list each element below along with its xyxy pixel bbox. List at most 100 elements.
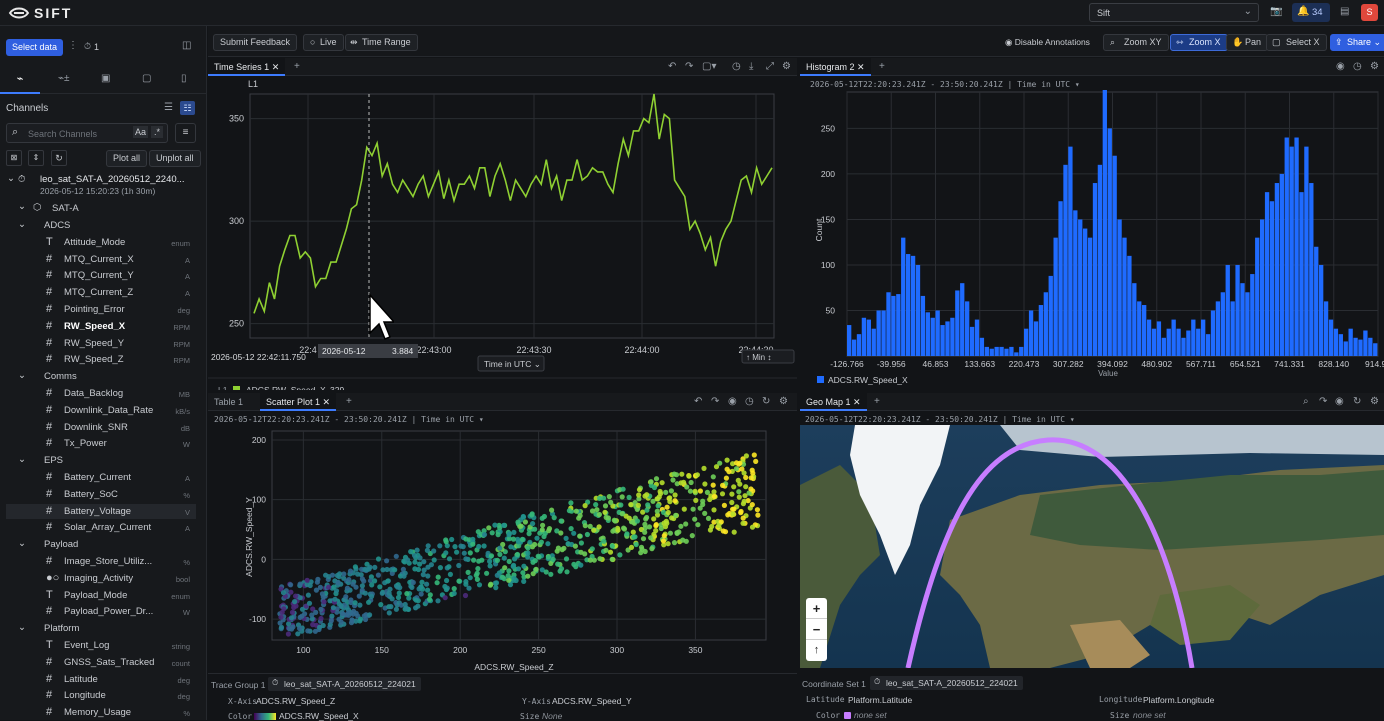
latitude-value[interactable]: Platform.Latitude [848,695,912,705]
channel-item[interactable]: MTQ_Current_Z [64,287,133,298]
tab-geo-map-1[interactable]: Geo Map 1 ✕ [800,393,867,411]
clock-icon[interactable]: ◷ [745,396,754,407]
close-icon[interactable]: ✕ [323,397,331,407]
north-button[interactable]: ↑ [806,640,827,661]
channel-group-platform[interactable]: Platform [44,623,79,634]
tab-scatter-plot-1[interactable]: Scatter Plot 1 ✕ [260,393,337,411]
settings-icon[interactable]: ⚙ [1370,61,1379,72]
disable-annotations-button[interactable]: ◉ Disable Annotations [1005,37,1090,48]
download-icon[interactable]: ⤓ [749,61,753,72]
channel-item[interactable]: Downlink_Data_Rate [64,405,153,416]
expand-icon[interactable]: ⤢ [766,61,774,72]
collapse-sidebar-icon[interactable]: ◫ [182,40,191,51]
settings-icon[interactable]: ⚙ [782,61,791,72]
refresh-button[interactable]: ↻ [51,150,67,166]
tree-view-icon[interactable]: ☷ [180,101,195,115]
search-icon[interactable]: ⌕ [1303,396,1309,407]
add-tab-icon[interactable]: + [879,61,885,72]
zoom-xy-button[interactable]: ⌕ Zoom XY [1103,34,1169,51]
tab-annotations-icon[interactable]: ▢ [142,73,151,84]
channel-item[interactable]: Attitude_Mode [64,237,125,248]
workspace-select[interactable]: Sift ⌄ [1089,3,1259,22]
redo-icon[interactable]: ↷ [685,61,693,72]
close-icon[interactable]: ✕ [857,62,865,72]
tab-time-series-1[interactable]: Time Series 1 ✕ [208,58,286,76]
group-chevron-icon[interactable]: ⌄ [18,538,26,549]
channel-item[interactable]: Memory_Usage [64,707,131,718]
tab-table-1[interactable]: Table 1 [208,393,249,411]
search-input[interactable]: ⌕ Search Channels Aa .* [6,123,168,143]
clock-icon[interactable]: ◷ [732,61,741,72]
tab-reports-icon[interactable]: ▯ [181,73,187,84]
group-chevron-icon[interactable]: ⌄ [18,622,26,633]
tab-derived-icon[interactable]: ⌁± [58,73,70,84]
select-data-button[interactable]: Select data [6,39,64,56]
geo-map[interactable] [800,425,1384,668]
channel-group-comms[interactable]: Comms [44,371,77,382]
longitude-value[interactable]: Platform.Longitude [1143,695,1214,705]
asset-name[interactable]: SAT-A [52,203,79,214]
x-axis-value[interactable]: ADCS.RW_Speed_Z [256,696,335,706]
settings-icon[interactable]: ⚙ [1370,396,1379,407]
notifications-button[interactable]: 🔔 34 [1292,3,1330,22]
list-view-icon[interactable]: ☰ [164,102,173,113]
tab-assets-icon[interactable]: ▣ [101,73,110,84]
zoom-out-button[interactable]: − [806,619,827,640]
channel-item[interactable]: Image_Store_Utiliz... [64,556,152,567]
run-chevron-icon[interactable]: ⌄ [7,173,15,184]
pin-icon[interactable]: ⏱ [84,41,91,52]
channel-item[interactable]: Payload_Power_Dr... [64,606,153,617]
filter-button[interactable]: ≡ [175,123,196,143]
close-icon[interactable]: ✕ [853,397,861,407]
zoom-in-button[interactable]: + [806,598,827,619]
case-sensitive-toggle[interactable]: Aa [133,126,149,138]
channel-item[interactable]: Event_Log [64,640,109,651]
channel-item[interactable]: Data_Backlog [64,388,123,399]
trace-run-chip[interactable]: ⏱ leo_sat_SAT-A_20260512_224021 [268,677,421,691]
run-name[interactable]: leo_sat_SAT-A_20260512_2240... [40,174,185,185]
channel-item[interactable]: Downlink_SNR [64,422,128,433]
channel-item[interactable]: Latitude [64,674,98,685]
plot-all-button[interactable]: Plot all [106,150,148,167]
channel-item[interactable]: Imaging_Activity [64,573,133,584]
add-tab-icon[interactable]: + [874,396,880,407]
pan-button[interactable]: ✋ Pan [1226,34,1269,51]
sift-logo[interactable]: SIFT [8,5,100,21]
add-tab-icon[interactable]: + [294,61,300,72]
tab-channels-icon[interactable]: ⌁ [0,66,40,94]
expand-all-button[interactable]: ⇕ [28,150,44,166]
zoom-x-button[interactable]: ⇿ Zoom X [1170,34,1228,51]
geo-color-value[interactable]: none set [854,710,887,720]
collapse-all-button[interactable]: ⊠ [6,150,22,166]
channel-item[interactable]: GNSS_Sats_Tracked [64,657,154,668]
regex-toggle[interactable]: .* [151,126,164,138]
channel-item[interactable]: Solar_Array_Current [64,522,151,533]
clock-icon[interactable]: ◷ [1353,61,1362,72]
camera-icon[interactable]: 📷 [1270,6,1282,17]
settings-icon[interactable]: ⚙ [779,396,788,407]
channel-item[interactable]: RW_Speed_Y [64,338,124,349]
group-chevron-icon[interactable]: ⌄ [18,219,26,230]
histogram-chart[interactable]: 25020015010050-126.766 -39.956 46.853 133.6… [800,90,1384,390]
add-tab-icon[interactable]: + [346,396,352,407]
close-icon[interactable]: ✕ [272,62,280,72]
channel-item[interactable]: Battery_Current [64,472,131,483]
annotation-icon[interactable]: ▢▾ [702,61,716,72]
share-button[interactable]: ⇪ Share ⌄ [1330,34,1384,51]
channel-group-payload[interactable]: Payload [44,539,78,550]
group-chevron-icon[interactable]: ⌄ [18,370,26,381]
channel-item[interactable]: MTQ_Current_X [64,254,134,265]
channel-group-adcs[interactable]: ADCS [44,220,70,231]
layout-icon[interactable]: ▤ [1340,6,1349,17]
channel-item[interactable]: MTQ_Current_Y [64,270,134,281]
channel-item[interactable]: Pointing_Error [64,304,125,315]
more-vertical-icon[interactable]: ⋮ [68,40,78,51]
hist-time-range[interactable]: 2026-05-12T22:20:23.241Z - 23:50:20.241Z… [810,80,1080,89]
select-x-button[interactable]: ▢ Select X [1266,34,1327,51]
scatter-chart[interactable]: 2001000-100100 150 200 250 300 350ADCS.RW_Spe… [208,425,797,675]
time-series-chart[interactable]: L135030025022:4 22:43:00 22:43:30 22:44:002… [208,76,797,390]
coord-run-chip[interactable]: ⏱ leo_sat_SAT-A_20260512_224021 [870,676,1023,690]
redo-icon[interactable]: ↷ [711,396,719,407]
refresh-icon[interactable]: ↻ [1353,396,1361,407]
submit-feedback-button[interactable]: Submit Feedback [213,34,298,51]
